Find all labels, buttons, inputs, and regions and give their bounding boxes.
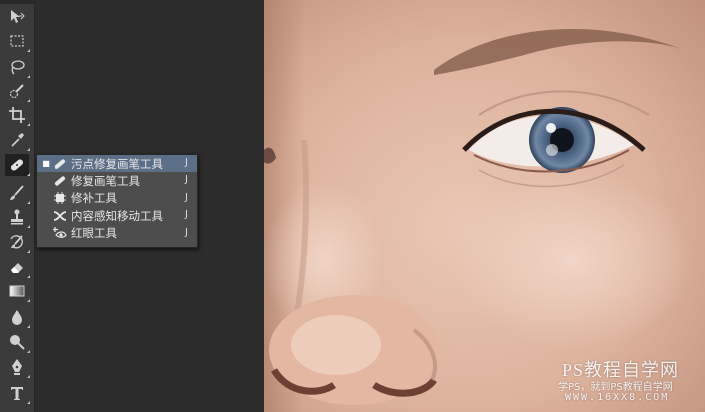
marquee-icon [10, 35, 24, 47]
menu-item-shortcut: J [185, 157, 188, 168]
watermark-url: WWW.16XX8.COM [565, 392, 670, 403]
watermark-subtitle: 学PS，就到PS教程自学网 [558, 382, 673, 393]
quick-selection-tool[interactable] [5, 80, 30, 102]
menu-item-patch[interactable]: 修补工具 J [37, 190, 197, 207]
lasso-icon [11, 60, 25, 75]
menu-item-label: 红眼工具 [71, 226, 117, 241]
brush-tool[interactable] [5, 182, 30, 204]
crop-tool[interactable] [5, 104, 30, 126]
menu-item-shortcut: J [185, 209, 188, 221]
panel-grip[interactable] [0, 0, 34, 4]
eraser-tool[interactable] [5, 256, 30, 278]
healing-brush-tool[interactable] [5, 154, 30, 176]
photoshop-window: ■ 污点修复画笔工具 J 修复画笔工具 J 修补工具 J 内容感知移动工具 J … [0, 0, 705, 412]
blur-tool[interactable] [5, 306, 30, 328]
selected-indicator: ■ [42, 159, 50, 169]
menu-item-red-eye[interactable]: 红眼工具 J [37, 225, 197, 242]
menu-item-spot-healing-brush[interactable]: ■ 污点修复画笔工具 J [37, 155, 197, 173]
brush-icon [10, 185, 24, 200]
crop-icon [9, 107, 25, 123]
menu-item-label: 污点修复画笔工具 [71, 156, 163, 171]
menu-item-content-aware-move[interactable]: 内容感知移动工具 J [37, 207, 197, 224]
red-eye-icon [51, 226, 69, 240]
dodge-icon [10, 335, 25, 350]
eraser-icon [11, 263, 23, 273]
quick-selection-icon [9, 84, 24, 99]
eyedropper-icon [11, 133, 24, 147]
move-icon [11, 10, 25, 23]
blur-icon [12, 310, 22, 325]
content-aware-move-icon [51, 209, 69, 223]
history-brush-icon [10, 235, 23, 249]
healing-brush-icon [10, 159, 24, 171]
pen-icon [12, 359, 22, 375]
lasso-tool[interactable] [5, 56, 30, 78]
menu-item-label: 修补工具 [71, 191, 117, 206]
healing-tools-flyout: ■ 污点修复画笔工具 J 修复画笔工具 J 修补工具 J 内容感知移动工具 J … [36, 154, 198, 248]
healing-brush-icon [51, 174, 69, 188]
patch-icon [51, 191, 69, 205]
pen-tool[interactable] [5, 356, 30, 378]
eyedropper-tool[interactable] [5, 129, 30, 151]
clone-stamp-tool[interactable] [5, 206, 30, 228]
move-tool[interactable] [5, 6, 29, 28]
history-brush-tool[interactable] [5, 231, 30, 253]
tools-panel [0, 0, 35, 412]
spot-healing-brush-icon [51, 157, 69, 171]
menu-item-shortcut: J [185, 191, 188, 203]
menu-item-shortcut: J [185, 174, 188, 186]
gradient-tool[interactable] [5, 280, 30, 302]
clone-stamp-icon [11, 209, 23, 225]
menu-item-label: 修复画笔工具 [71, 174, 140, 189]
menu-item-healing-brush[interactable]: 修复画笔工具 J [37, 172, 197, 189]
document-photo [264, 0, 705, 412]
gradient-icon [9, 285, 25, 297]
marquee-tool[interactable] [5, 30, 30, 52]
menu-item-label: 内容感知移动工具 [71, 208, 163, 223]
dodge-tool[interactable] [5, 331, 30, 353]
type-icon [11, 387, 23, 400]
type-tool[interactable] [5, 382, 30, 404]
menu-item-shortcut: J [185, 226, 188, 238]
